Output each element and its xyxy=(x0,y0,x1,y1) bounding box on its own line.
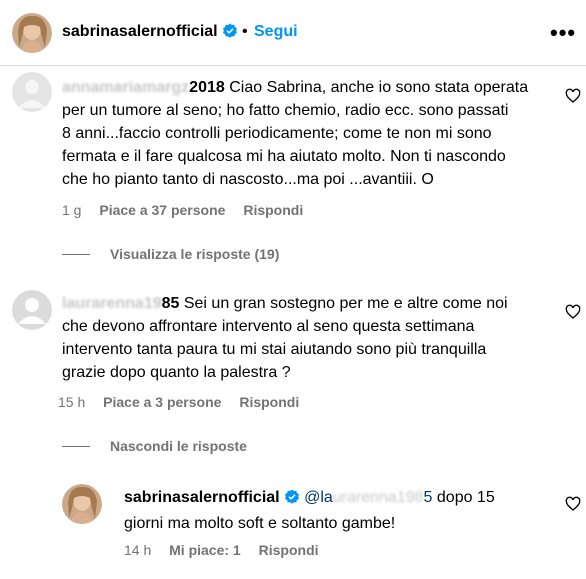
comment-line: laurarenna1985 Sei un gran sostegno per … xyxy=(62,292,562,315)
reply-line-1-rest: dopo 15 xyxy=(436,489,495,506)
reply-meta: 14 h Mi piace: 1 Rispondi xyxy=(124,542,333,558)
comment-likes[interactable]: Piace a 3 persone xyxy=(103,394,221,410)
comment-text: laurarenna1985 Sei un gran sostegno per … xyxy=(62,292,562,384)
comment-time[interactable]: 1 g xyxy=(62,202,81,218)
hide-replies-toggle[interactable]: Nascondi le risposte xyxy=(62,438,247,454)
view-replies-toggle[interactable]: Visualizza le risposte (19) xyxy=(62,246,279,262)
reply-button[interactable]: Rispondi xyxy=(259,542,319,558)
default-avatar-icon[interactable] xyxy=(12,290,52,330)
comment-meta: 15 h Piace a 3 persone Rispondi xyxy=(58,394,313,410)
post-header: sabrinasalernofficial • Segui ••• xyxy=(0,0,586,66)
reply-avatar[interactable] xyxy=(62,484,102,524)
reply-line-2: giorni ma molto soft e soltanto gambe! xyxy=(124,515,396,532)
header-username[interactable]: sabrinasalernofficial xyxy=(62,23,238,44)
commenter-username-blurred[interactable]: annamariamargz xyxy=(62,79,189,96)
comment-line-1: Sei un gran sostegno per me e altre come… xyxy=(183,295,508,312)
comment-line-5: che ho pianto tanto di nascosto...ma poi… xyxy=(62,171,434,188)
comment-line-2: per un tumore al seno; ho fatto chemio, … xyxy=(62,102,509,119)
mention-link[interactable]: @laurarenna1985 xyxy=(304,489,432,506)
reply-item: sabrinasalernofficial @laurarenna1985 do… xyxy=(0,476,586,579)
more-options-icon[interactable]: ••• xyxy=(550,20,576,46)
mention-prefix[interactable]: @la xyxy=(304,489,333,506)
comment-text: annamariamargz2018 Ciao Sabrina, anche i… xyxy=(62,76,562,191)
reply-username[interactable]: sabrinasalernofficial xyxy=(124,489,280,506)
replies-divider xyxy=(62,254,90,255)
reply-text: sabrinasalernofficial @laurarenna1985 do… xyxy=(124,486,554,535)
view-replies-label[interactable]: Visualizza le risposte (19) xyxy=(110,246,279,262)
mention-suffix[interactable]: 5 xyxy=(424,489,433,506)
verified-badge-icon xyxy=(284,489,300,512)
hide-replies-label[interactable]: Nascondi le risposte xyxy=(110,438,247,454)
comment-line-3: 8 anni...faccio controlli periodicamente… xyxy=(62,125,492,142)
comment-meta: 1 g Piace a 37 persone Rispondi xyxy=(62,202,317,218)
follow-button[interactable]: Segui xyxy=(254,23,298,41)
header-separator: • xyxy=(242,23,248,40)
profile-avatar[interactable] xyxy=(12,13,52,53)
commenter-avatar[interactable] xyxy=(12,72,52,112)
reply-time[interactable]: 14 h xyxy=(124,542,151,558)
comment-line-3: intervento tanta paura tu mi stai aiutan… xyxy=(62,341,487,358)
commenter-username-blurred[interactable]: laurarenna19 xyxy=(62,295,162,312)
comment-line-4: grazie dopo quanto la palestra ? xyxy=(62,364,291,381)
comment-line: annamariamargz2018 Ciao Sabrina, anche i… xyxy=(62,76,562,99)
heart-outline-icon[interactable] xyxy=(565,304,581,325)
header-username-text[interactable]: sabrinasalernofficial xyxy=(62,23,218,40)
comment-item: annamariamargz2018 Ciao Sabrina, anche i… xyxy=(0,66,586,276)
comment-line-1: Ciao Sabrina, anche io sono stata operat… xyxy=(229,79,529,96)
commenter-username[interactable]: 2018 xyxy=(189,79,225,96)
comment-likes[interactable]: Piace a 37 persone xyxy=(99,202,225,218)
reply-button[interactable]: Rispondi xyxy=(239,394,299,410)
heart-outline-icon[interactable] xyxy=(565,88,581,109)
verified-badge-icon xyxy=(222,23,238,44)
mention-blurred[interactable]: urarenna198 xyxy=(333,489,424,506)
comment-time[interactable]: 15 h xyxy=(58,394,85,410)
replies-divider xyxy=(62,446,90,447)
reply-likes[interactable]: Mi piace: 1 xyxy=(169,542,241,558)
reply-line-1: sabrinasalernofficial @laurarenna1985 do… xyxy=(124,486,554,512)
heart-outline-icon[interactable] xyxy=(565,496,581,517)
comment-line-2: che devono affrontare intervento al seno… xyxy=(62,318,475,335)
reply-button[interactable]: Rispondi xyxy=(243,202,303,218)
commenter-username[interactable]: 85 xyxy=(162,295,180,312)
comment-line-4: fermata e il fare qualcosa mi ha aiutato… xyxy=(62,148,506,165)
comment-item: laurarenna1985 Sei un gran sostegno per … xyxy=(0,276,586,476)
